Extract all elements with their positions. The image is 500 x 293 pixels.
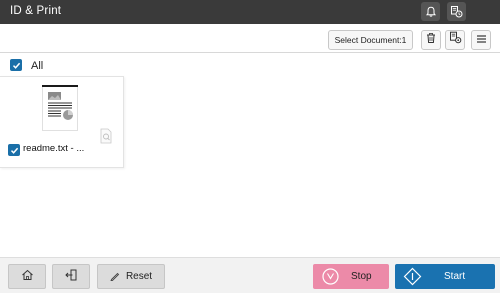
stop-button[interactable]: Stop — [313, 264, 389, 289]
logout-icon — [64, 268, 78, 286]
print-settings-button[interactable] — [445, 30, 465, 50]
reset-icon — [110, 268, 120, 286]
start-icon — [403, 267, 422, 286]
home-button[interactable] — [8, 264, 46, 289]
toolbar: Select Document:1 — [0, 24, 500, 53]
select-all-label: All — [31, 60, 44, 72]
menu-button[interactable] — [471, 30, 491, 50]
checkmark-icon — [12, 62, 20, 69]
home-icon — [21, 268, 34, 286]
stop-icon — [321, 267, 340, 286]
title-bar: ID & Print — [0, 0, 500, 24]
app-title: ID & Print — [10, 5, 62, 17]
job-status-button[interactable] — [447, 2, 466, 21]
preview-icon[interactable] — [99, 128, 113, 144]
start-button[interactable]: Start — [395, 264, 495, 289]
menu-icon — [476, 31, 487, 49]
delete-button[interactable] — [421, 30, 441, 50]
select-all-checkbox[interactable] — [10, 59, 22, 71]
reset-button[interactable]: Reset — [97, 264, 165, 289]
document-thumbnail — [42, 85, 78, 131]
document-card[interactable]: readme.txt - ... — [0, 76, 124, 168]
document-checkbox[interactable] — [8, 144, 20, 156]
logout-button[interactable] — [52, 264, 90, 289]
reset-label: Reset — [125, 271, 153, 282]
select-all-row: All — [0, 54, 500, 76]
checkmark-icon — [10, 147, 18, 154]
job-status-icon — [450, 5, 463, 18]
select-document-button[interactable]: Select Document:1 — [328, 30, 413, 50]
print-settings-icon — [449, 31, 462, 49]
bell-icon — [425, 6, 437, 18]
start-label: Start — [444, 271, 466, 282]
document-list: readme.txt - ... — [0, 76, 500, 257]
stop-label: Stop — [351, 271, 372, 282]
trash-icon — [425, 31, 437, 49]
notification-button[interactable] — [421, 2, 440, 21]
footer-bar: Reset Stop Start — [0, 257, 500, 293]
document-name: readme.txt - ... — [23, 143, 85, 154]
